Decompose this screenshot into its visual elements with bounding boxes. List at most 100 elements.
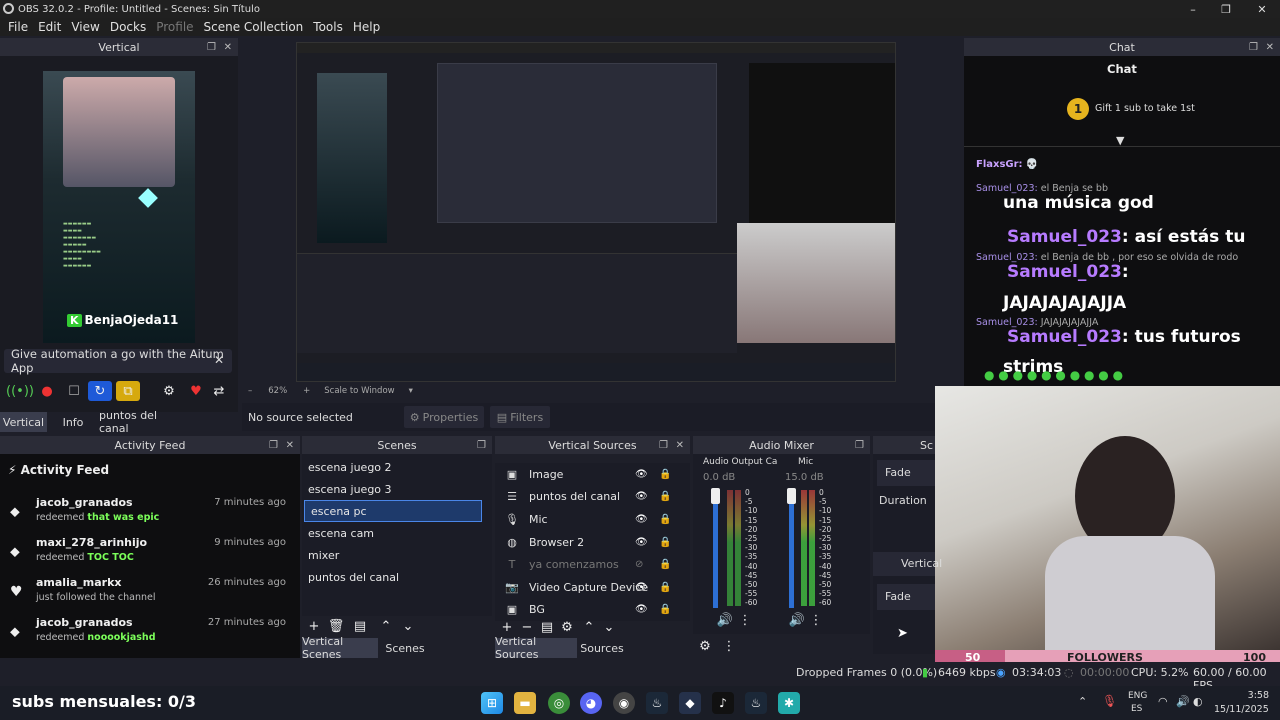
- record-time: 00:00:00: [1080, 666, 1130, 679]
- clock-date[interactable]: 15/11/2025: [1214, 704, 1269, 715]
- app-icon[interactable]: ✱: [778, 692, 800, 714]
- lang-primary[interactable]: ENG: [1128, 691, 1147, 701]
- maximize-button[interactable]: ❐: [1209, 0, 1243, 18]
- add-scene-icon[interactable]: +: [302, 616, 326, 636]
- tab-scenes[interactable]: Scenes: [378, 638, 432, 658]
- menu-scene-collection[interactable]: Scene Collection: [202, 20, 306, 34]
- tab-puntos-del-canal[interactable]: puntos del canal: [99, 409, 187, 435]
- steam-icon[interactable]: ♨: [745, 692, 767, 714]
- more-icon[interactable]: ⋮: [804, 610, 828, 630]
- close-dock-icon[interactable]: ✕: [224, 42, 232, 53]
- close-dock-icon[interactable]: ✕: [1266, 42, 1274, 53]
- feed-item[interactable]: ♥ amalia_markx 26 minutes ago just follo…: [0, 574, 300, 614]
- filters-button[interactable]: ▤ Filters: [490, 406, 550, 428]
- windows-start-icon[interactable]: ⊞: [481, 692, 503, 714]
- source-item-hidden[interactable]: Tya comenzamos ⊘ 🔒: [495, 553, 690, 576]
- stream-icon[interactable]: ((•)): [6, 381, 34, 401]
- heart-icon[interactable]: ♥: [184, 381, 208, 401]
- close-dock-icon[interactable]: ✕: [286, 440, 294, 451]
- chevron-down-icon[interactable]: ▾: [409, 386, 413, 396]
- source-settings-icon[interactable]: ⚙: [555, 617, 579, 637]
- vertical-dock-title: Vertical: [98, 40, 140, 54]
- tab-sources[interactable]: Sources: [577, 638, 627, 658]
- more-icon[interactable]: ⋮: [733, 610, 757, 630]
- tiktok-icon[interactable]: ♪: [712, 692, 734, 714]
- tab-vertical-sources[interactable]: Vertical Sources: [495, 635, 577, 661]
- scene-item[interactable]: mixer: [302, 544, 482, 566]
- diamond-icon: [138, 188, 158, 208]
- volume-slider[interactable]: [789, 488, 794, 608]
- discord-icon[interactable]: ◕: [580, 692, 602, 714]
- remove-scene-icon[interactable]: 🗑: [324, 616, 348, 636]
- volume-slider-handle[interactable]: [711, 488, 720, 504]
- menu-profile[interactable]: Profile: [154, 20, 195, 34]
- chapter-icon[interactable]: ⇄: [207, 381, 231, 401]
- status-bar: Dropped Frames 0 (0.0%) ▮ 6469 kbps ◉ 03…: [0, 662, 1280, 692]
- clock-time[interactable]: 3:58: [1221, 690, 1269, 701]
- scene-item[interactable]: escena juego 2: [302, 456, 482, 478]
- tray-chevron-icon[interactable]: ⌃: [1078, 695, 1087, 708]
- file-explorer-icon[interactable]: ▬: [514, 692, 536, 714]
- move-down-icon[interactable]: ⌄: [597, 617, 621, 637]
- close-dock-icon[interactable]: ✕: [676, 440, 684, 451]
- volume-tray-icon[interactable]: 🔊: [1176, 695, 1190, 708]
- menu-docks[interactable]: Docks: [108, 20, 148, 34]
- undock-icon[interactable]: ❐: [659, 440, 668, 451]
- tab-info[interactable]: Info: [47, 412, 99, 432]
- dropped-frames: Dropped Frames 0 (0.0%): [796, 666, 938, 679]
- app-icon[interactable]: ◆: [679, 692, 701, 714]
- menu-help[interactable]: Help: [351, 20, 382, 34]
- record-icon[interactable]: ●: [35, 381, 59, 401]
- volume-slider[interactable]: [713, 488, 718, 608]
- source-item[interactable]: ☰ puntos del canal 👁 🔒: [495, 486, 690, 509]
- backtrack-icon[interactable]: ☐: [62, 381, 86, 401]
- transition-select[interactable]: Fade: [877, 460, 935, 486]
- move-up-icon[interactable]: ⌃: [374, 616, 398, 636]
- menu-tools[interactable]: Tools: [311, 20, 345, 34]
- steam-icon[interactable]: ♨: [646, 692, 668, 714]
- zoom-level[interactable]: 62%: [268, 386, 287, 396]
- more-icon[interactable]: ⋮: [717, 636, 741, 656]
- notifications-icon[interactable]: ◐: [1193, 695, 1203, 708]
- undock-icon[interactable]: ❐: [855, 440, 864, 451]
- replay-icon[interactable]: ↻: [88, 381, 112, 401]
- obs-icon[interactable]: ◉: [613, 692, 635, 714]
- source-item[interactable]: ▣ Image 👁 🔒: [495, 463, 690, 486]
- source-item[interactable]: 📷 Video Capture Device 👁 🔒: [495, 576, 690, 599]
- volume-slider-handle[interactable]: [787, 488, 796, 504]
- vertical-transition-select[interactable]: Fade: [877, 584, 935, 610]
- program-preview[interactable]: [296, 42, 896, 382]
- undock-icon[interactable]: ❐: [1249, 42, 1258, 53]
- undock-icon[interactable]: ❐: [207, 42, 216, 53]
- menu-view[interactable]: View: [69, 20, 101, 34]
- wifi-icon[interactable]: ◠: [1158, 695, 1168, 708]
- banner-close-icon[interactable]: ✕: [214, 353, 224, 367]
- move-down-icon[interactable]: ⌄: [396, 616, 420, 636]
- close-window-button[interactable]: ✕: [1245, 0, 1279, 18]
- menu-edit[interactable]: Edit: [36, 20, 63, 34]
- scene-filters-icon[interactable]: ▤: [348, 616, 372, 636]
- menu-file[interactable]: File: [6, 20, 30, 34]
- tab-vertical-scenes[interactable]: Vertical Scenes: [302, 635, 378, 661]
- minimize-button[interactable]: –: [1176, 0, 1210, 18]
- tab-vertical[interactable]: Vertical: [0, 412, 47, 432]
- source-item[interactable]: ◍ Browser 2 👁 🔒: [495, 531, 690, 554]
- undock-icon[interactable]: ❐: [269, 440, 278, 451]
- feed-item[interactable]: ⬥ maxi_278_arinhijo 9 minutes ago redeem…: [0, 534, 300, 574]
- lang-secondary[interactable]: ES: [1131, 704, 1142, 714]
- feed-item[interactable]: ⬥ jacob_granados 7 minutes ago redeemed …: [0, 494, 300, 534]
- properties-button[interactable]: ⚙ Properties: [404, 406, 484, 428]
- scene-item[interactable]: escena cam: [302, 522, 482, 544]
- scene-item[interactable]: escena juego 3: [302, 478, 482, 500]
- advanced-audio-icon[interactable]: ⚙: [693, 636, 717, 656]
- scene-item-selected[interactable]: escena pc: [304, 500, 482, 522]
- source-item[interactable]: 🎙 Mic 👁 🔒: [495, 508, 690, 531]
- scene-item[interactable]: puntos del canal: [302, 566, 482, 588]
- feed-item[interactable]: ⬥ jacob_granados 27 minutes ago redeemed…: [0, 614, 300, 654]
- mic-tray-icon[interactable]: 🎙: [1102, 694, 1117, 708]
- zoom-mode[interactable]: Scale to Window: [324, 386, 394, 396]
- chrome-icon[interactable]: ◎: [548, 692, 570, 714]
- settings-gear-icon[interactable]: ⚙: [157, 381, 181, 401]
- split-icon[interactable]: ⧉: [116, 381, 140, 401]
- undock-icon[interactable]: ❐: [477, 440, 486, 451]
